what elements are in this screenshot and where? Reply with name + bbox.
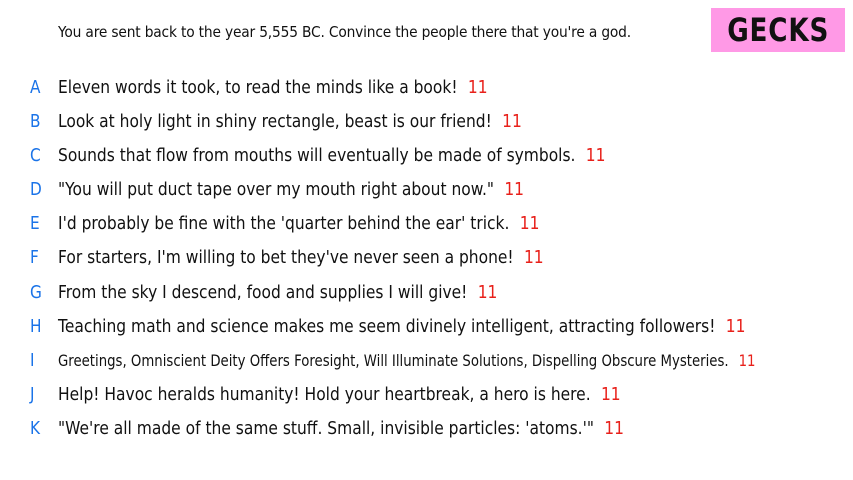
- answer-letter: A: [30, 76, 41, 98]
- answer-word-count: 11: [519, 212, 540, 234]
- answer-word-count: 11: [738, 350, 756, 370]
- answer-text: Look at holy light in shiny rectangle, b…: [58, 110, 492, 132]
- answer-letter: C: [30, 144, 41, 166]
- answer-text: "You will put duct tape over my mouth ri…: [58, 178, 495, 200]
- answer-text: For starters, I'm willing to bet they've…: [58, 246, 514, 268]
- answer-letter: D: [30, 178, 42, 200]
- answer-letter: G: [30, 281, 42, 303]
- team-badge-label: GECKS: [726, 11, 830, 49]
- answer-letter: K: [30, 417, 41, 439]
- answer-word-count: 11: [504, 178, 525, 200]
- answer-word-count: 11: [467, 76, 488, 98]
- answer-text: I'd probably be fine with the 'quarter b…: [58, 212, 510, 234]
- answer-word-count: 11: [585, 144, 606, 166]
- answer-letter: F: [30, 246, 39, 268]
- answer-word-count: 11: [502, 110, 522, 132]
- answer-text: Greetings, Omniscient Deity Offers Fores…: [58, 350, 729, 370]
- answer-word-count: 11: [604, 417, 624, 439]
- answer-text: Eleven words it took, to read the minds …: [58, 76, 458, 98]
- answer-letter: E: [30, 212, 40, 234]
- answer-text: "We're all made of the same stuff. Small…: [58, 417, 594, 439]
- answer-word-count: 11: [523, 246, 544, 268]
- answer-text: Teaching math and science makes me seem …: [58, 315, 716, 337]
- team-badge: GECKS: [711, 8, 845, 52]
- answer-word-count: 11: [477, 281, 498, 303]
- answer-letter: J: [30, 383, 35, 405]
- answer-text: Sounds that flow from mouths will eventu…: [58, 144, 576, 166]
- answer-word-count: 11: [725, 315, 746, 337]
- answer-text: From the sky I descend, food and supplie…: [58, 281, 468, 303]
- answer-letter: B: [30, 110, 41, 132]
- prompt-text: You are sent back to the year 5,555 BC. …: [58, 23, 631, 41]
- answer-letter: H: [30, 315, 42, 337]
- answer-word-count: 11: [600, 383, 621, 405]
- answer-text: Help! Havoc heralds humanity! Hold your …: [58, 383, 591, 405]
- answer-letter: I: [30, 349, 35, 371]
